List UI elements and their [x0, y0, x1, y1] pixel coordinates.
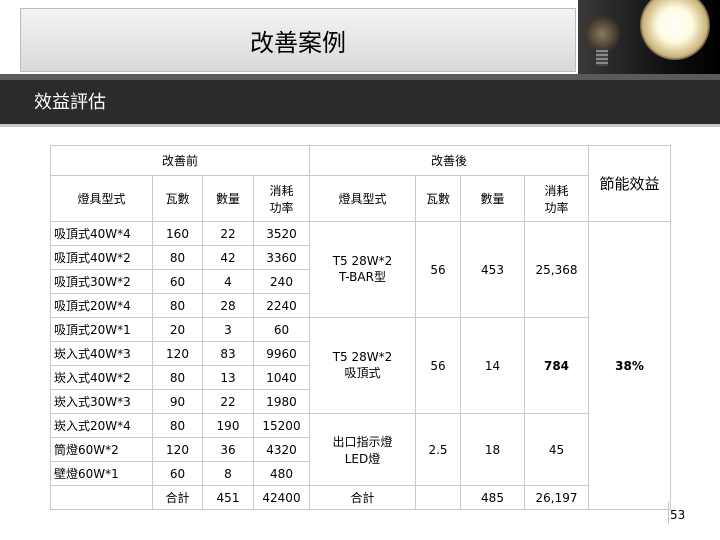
before-type: 吸頂式30W*2 [50, 269, 153, 294]
before-watt: 80 [152, 365, 203, 390]
before-watt: 160 [152, 221, 203, 246]
before-qty: 42 [202, 245, 254, 270]
before-qty: 13 [202, 365, 254, 390]
bulb-base [596, 50, 608, 66]
totals-blank [415, 485, 461, 510]
glowing-bulb [640, 0, 710, 60]
after-group-power: 45 [524, 413, 589, 486]
before-watt: 120 [152, 437, 203, 462]
section-bar [0, 74, 720, 127]
before-power-header: 消耗功率 [253, 175, 310, 222]
after-group-type: 出口指示燈 LED燈 [309, 413, 416, 486]
saving-header: 節能效益 [588, 145, 671, 222]
before-qty: 22 [202, 221, 254, 246]
before-power: 240 [253, 269, 310, 294]
totals-blank [50, 485, 153, 510]
before-watt: 80 [152, 293, 203, 318]
before-qty-header: 數量 [202, 175, 254, 222]
before-type: 壁燈60W*1 [50, 461, 153, 486]
totals-after-qty: 485 [460, 485, 525, 510]
before-type: 崁入式20W*4 [50, 413, 153, 438]
after-group-type: T5 28W*2 吸頂式 [309, 317, 416, 414]
before-power: 15200 [253, 413, 310, 438]
after-qty-header: 數量 [460, 175, 525, 222]
before-type: 吸頂式20W*1 [50, 317, 153, 342]
before-qty: 36 [202, 437, 254, 462]
after-group-qty: 453 [460, 221, 525, 318]
before-type: 吸頂式40W*2 [50, 245, 153, 270]
before-qty: 8 [202, 461, 254, 486]
before-power: 1040 [253, 365, 310, 390]
totals-before-qty: 451 [202, 485, 254, 510]
after-group-power: 25,368 [524, 221, 589, 318]
before-watt: 90 [152, 389, 203, 414]
after-type-header: 燈具型式 [309, 175, 416, 222]
section-bar-highlight [0, 74, 720, 80]
before-qty: 22 [202, 389, 254, 414]
before-type: 崁入式40W*2 [50, 365, 153, 390]
after-group-type-line1: T5 28W*2 [332, 350, 393, 364]
dim-bulb [584, 14, 620, 54]
before-qty: 4 [202, 269, 254, 294]
after-group-type: T5 28W*2 T-BAR型 [309, 221, 416, 318]
before-watt: 60 [152, 461, 203, 486]
after-group-type-line2: T-BAR型 [339, 270, 386, 284]
before-qty: 3 [202, 317, 254, 342]
after-group-watt: 56 [415, 317, 461, 414]
totals-after-label: 合計 [309, 485, 416, 510]
before-qty: 83 [202, 341, 254, 366]
totals-before-label: 合計 [152, 485, 203, 510]
before-type: 吸頂式20W*4 [50, 293, 153, 318]
section-title: 效益評估 [34, 92, 106, 113]
after-group-type-line1: T5 28W*2 [332, 254, 393, 268]
after-group-power: 784 [524, 317, 589, 414]
before-power: 3360 [253, 245, 310, 270]
after-group-type-line2: LED燈 [344, 451, 381, 466]
after-header: 改善後 [309, 145, 589, 176]
before-type: 吸頂式40W*4 [50, 221, 153, 246]
after-group-watt: 56 [415, 221, 461, 318]
before-watt: 120 [152, 341, 203, 366]
before-qty: 190 [202, 413, 254, 438]
saving-value: 38% [588, 221, 671, 510]
before-type-header: 燈具型式 [50, 175, 153, 222]
before-watt: 60 [152, 269, 203, 294]
after-power-header: 消耗功率 [524, 175, 589, 222]
before-type: 崁入式30W*3 [50, 389, 153, 414]
before-power: 9960 [253, 341, 310, 366]
after-group-watt: 2.5 [415, 413, 461, 486]
after-group-type-line1: 出口指示燈 [332, 434, 393, 449]
before-watt-header: 瓦數 [152, 175, 203, 222]
page-number: 53 [670, 508, 686, 522]
before-watt: 80 [152, 413, 203, 438]
before-power: 1980 [253, 389, 310, 414]
before-power: 2240 [253, 293, 310, 318]
totals-after-power: 26,197 [524, 485, 589, 510]
after-group-qty: 18 [460, 413, 525, 486]
page-title: 改善案例 [250, 28, 346, 57]
benefit-table: 改善前 改善後 節能效益 燈具型式 瓦數 數量 消耗功率 燈具型式 瓦數 數量 … [50, 145, 671, 510]
before-power: 3520 [253, 221, 310, 246]
light-bulb-photo [578, 0, 720, 74]
after-group-type-line2: 吸頂式 [344, 366, 381, 380]
before-header: 改善前 [50, 145, 310, 176]
before-qty: 28 [202, 293, 254, 318]
before-power: 4320 [253, 437, 310, 462]
before-type: 崁入式40W*3 [50, 341, 153, 366]
after-group-qty: 14 [460, 317, 525, 414]
before-type: 筒燈60W*2 [50, 437, 153, 462]
after-watt-header: 瓦數 [415, 175, 461, 222]
before-watt: 80 [152, 245, 203, 270]
before-power: 60 [253, 317, 310, 342]
totals-before-power: 42400 [253, 485, 310, 510]
before-power: 480 [253, 461, 310, 486]
before-watt: 20 [152, 317, 203, 342]
